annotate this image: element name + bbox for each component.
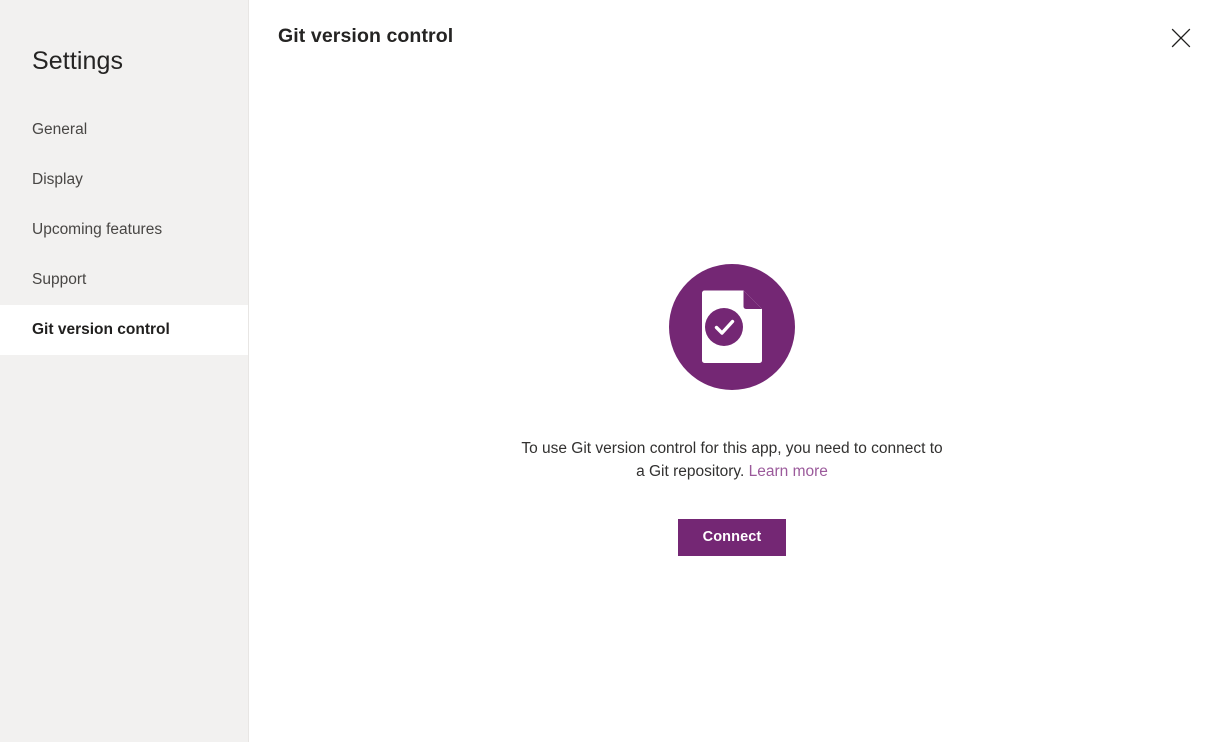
page-title: Git version control — [278, 25, 454, 47]
close-icon — [1171, 28, 1191, 48]
settings-main-panel: Git version control To use Git version c… — [249, 0, 1215, 742]
sidebar-item-label: Git version control — [32, 321, 170, 338]
empty-state-message-line1: To use Git version control for this app,… — [521, 440, 867, 457]
learn-more-link[interactable]: Learn more — [749, 463, 828, 480]
sidebar-item-support[interactable]: Support — [0, 255, 248, 305]
sidebar-title: Settings — [32, 47, 124, 75]
sidebar-item-upcoming-features[interactable]: Upcoming features — [0, 205, 248, 255]
close-button[interactable] — [1163, 20, 1199, 56]
sidebar-item-label: General — [32, 121, 88, 138]
empty-state-message: To use Git version control for this app,… — [517, 437, 947, 483]
sidebar-item-label: Support — [32, 271, 87, 288]
connect-button[interactable]: Connect — [678, 518, 786, 556]
settings-nav: General Display Upcoming features Suppor… — [0, 105, 248, 355]
sidebar-item-git-version-control[interactable]: Git version control — [0, 305, 248, 355]
document-check-circle-icon — [669, 264, 795, 390]
sidebar-item-label: Display — [32, 171, 83, 188]
sidebar-item-display[interactable]: Display — [0, 155, 248, 205]
sidebar-item-general[interactable]: General — [0, 105, 248, 155]
settings-sidebar: Settings General Display Upcoming featur… — [0, 0, 249, 742]
sidebar-item-label: Upcoming features — [32, 221, 163, 238]
settings-window: Settings General Display Upcoming featur… — [0, 0, 1215, 742]
git-empty-state: To use Git version control for this app,… — [249, 264, 1215, 556]
